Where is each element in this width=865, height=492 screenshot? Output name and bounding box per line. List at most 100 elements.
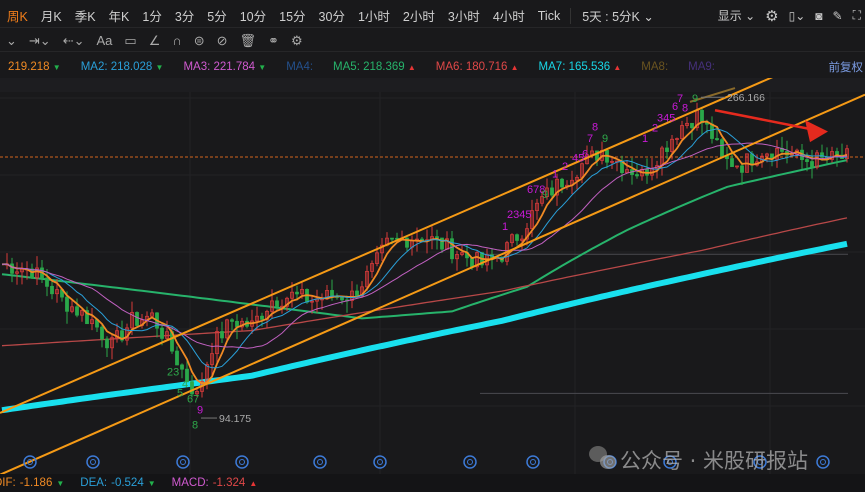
drawing-tool-icon[interactable]: ∠: [149, 33, 161, 49]
drawing-tool-icon[interactable]: 🗑: [240, 33, 257, 49]
ma8-item: MA8:: [641, 61, 668, 73]
drawing-tool-icon[interactable]: ⇠⌄: [63, 33, 85, 49]
td-sequence-label: 1: [552, 169, 558, 181]
ma4-label: MA4:: [286, 61, 314, 73]
ma2-label: MA2:: [80, 61, 108, 73]
marker-strip: [0, 78, 865, 92]
event-marker-icon[interactable]: [86, 455, 100, 469]
candle-body: [730, 158, 734, 167]
event-marker-icon[interactable]: [463, 455, 477, 469]
drawing-tool-icon[interactable]: ⚙: [291, 33, 303, 49]
period-tab[interactable]: Tick: [531, 9, 566, 23]
macd-label: MACD:: [171, 477, 209, 489]
candle-body: [175, 350, 179, 366]
arrow-line: [714, 109, 811, 131]
event-marker-icon[interactable]: [526, 455, 540, 469]
ma-legend: 219.218 ▼ MA2: 218.028 ▼ MA3: 221.784 ▼ …: [0, 57, 865, 77]
event-marker-icon[interactable]: [313, 455, 327, 469]
macd-legend: DIF: -1.186▼ DEA: -0.524▼ MACD: -1.324▲: [0, 474, 865, 492]
event-marker-icon-inner: [239, 459, 245, 465]
td-sequence-label: 9: [197, 405, 203, 417]
ma9-item: MA9:: [688, 61, 715, 73]
candle-body: [820, 152, 824, 158]
period-tab[interactable]: 2小时: [396, 6, 441, 25]
td-sequence-label: 8: [682, 102, 688, 114]
candle-body: [435, 236, 439, 239]
period-tab[interactable]: 10分: [233, 6, 272, 25]
drawing-tool-icon[interactable]: Aa: [97, 33, 113, 48]
ma6-label: MA6:: [435, 61, 463, 73]
arrow-head: [805, 120, 828, 143]
candle-body: [50, 285, 54, 295]
td-sequence-label: 9: [692, 93, 698, 105]
period-tab[interactable]: 30分: [312, 6, 351, 25]
fullscreen-icon[interactable]: ⛶: [853, 8, 861, 23]
period-tab[interactable]: 3小时: [441, 6, 486, 25]
ma3-item: MA3: 221.784 ▼: [183, 61, 267, 73]
td-sequence-label: 2: [652, 123, 658, 135]
display-dropdown[interactable]: 显示 ⌄: [718, 7, 755, 24]
settings-icon[interactable]: ⚙: [765, 7, 778, 25]
ma7-item: MA7: 165.536 ▲: [538, 61, 622, 73]
drawing-tool-icon[interactable]: ⊘: [217, 33, 228, 49]
period-tab[interactable]: 4小时: [486, 6, 531, 25]
candle-body: [750, 153, 754, 166]
period-tab[interactable]: 季K: [68, 6, 102, 25]
td-sequence-label: 5: [177, 387, 183, 399]
event-marker-icon[interactable]: [235, 455, 249, 469]
td-sequence-label: 9: [542, 189, 548, 201]
candle-body: [230, 319, 234, 322]
period-tab[interactable]: 1分: [135, 6, 167, 25]
layout-icon[interactable]: ▯⌄: [789, 9, 806, 23]
ma6-value: 180.716: [465, 61, 508, 73]
drawing-tool-icon[interactable]: ∩: [172, 33, 181, 48]
pencil-icon[interactable]: ✎: [833, 9, 843, 23]
multi-day-dropdown[interactable]: 5天 : 5分K ⌄: [575, 6, 660, 25]
dif-label: DIF:: [0, 477, 16, 489]
period-tab[interactable]: 3分: [168, 6, 200, 25]
candle-body: [275, 300, 279, 307]
candle-body: [355, 290, 359, 297]
price-chart[interactable]: 2345679812345678912456789 123456789 266.16…: [0, 78, 865, 474]
candle-body: [10, 263, 14, 274]
td-sequence-label: 2: [562, 161, 568, 173]
candle-body: [550, 187, 554, 196]
candle-body: [470, 257, 474, 268]
candle-body: [710, 123, 714, 139]
period-tab[interactable]: 周K: [0, 6, 34, 25]
td-sequence-label: 8: [592, 121, 598, 133]
event-marker-icon[interactable]: [176, 455, 190, 469]
drawing-tool-icon[interactable]: ⚭: [268, 33, 279, 49]
dea-label: DEA:: [80, 477, 108, 489]
candle-body: [450, 238, 454, 260]
candle-body: [715, 138, 719, 141]
drawing-tool-icon[interactable]: ⇥⌄: [29, 33, 51, 49]
candle-body: [810, 161, 814, 168]
candle-body: [190, 381, 194, 395]
event-marker-icon-inner: [820, 459, 826, 465]
ma-line-ma5: [1, 159, 848, 320]
td-sequence-label: 345: [657, 112, 675, 124]
drawing-tool-icon[interactable]: ⌄: [6, 33, 17, 49]
period-tab[interactable]: 月K: [34, 6, 68, 25]
ma5-item: MA5: 218.369 ▲: [333, 61, 416, 73]
period-tab[interactable]: 15分: [272, 6, 311, 25]
trend-channel-line: [0, 93, 865, 474]
candle-body: [220, 331, 224, 339]
ma4-item: MA4:: [286, 61, 313, 73]
dif-value: -1.186: [19, 477, 53, 489]
period-tab[interactable]: 年K: [102, 6, 136, 25]
adjust-button[interactable]: 前复权: [829, 59, 864, 75]
period-tab[interactable]: 1小时: [351, 6, 396, 25]
candle-body: [100, 326, 104, 340]
event-marker-icon[interactable]: [816, 455, 830, 469]
ma2-item: MA2: 218.028 ▼: [80, 61, 164, 73]
drawing-tool-icon[interactable]: ⊜: [194, 33, 205, 49]
camera-icon[interactable]: ◙: [815, 9, 822, 23]
macd-value: -1.324: [212, 477, 246, 489]
candle-body: [635, 174, 639, 177]
ma1-item: 219.218 ▼: [8, 61, 61, 73]
period-tab[interactable]: 5分: [200, 6, 232, 25]
td-sequence-label: 6: [582, 148, 588, 160]
drawing-tool-icon[interactable]: ▭: [124, 33, 136, 49]
